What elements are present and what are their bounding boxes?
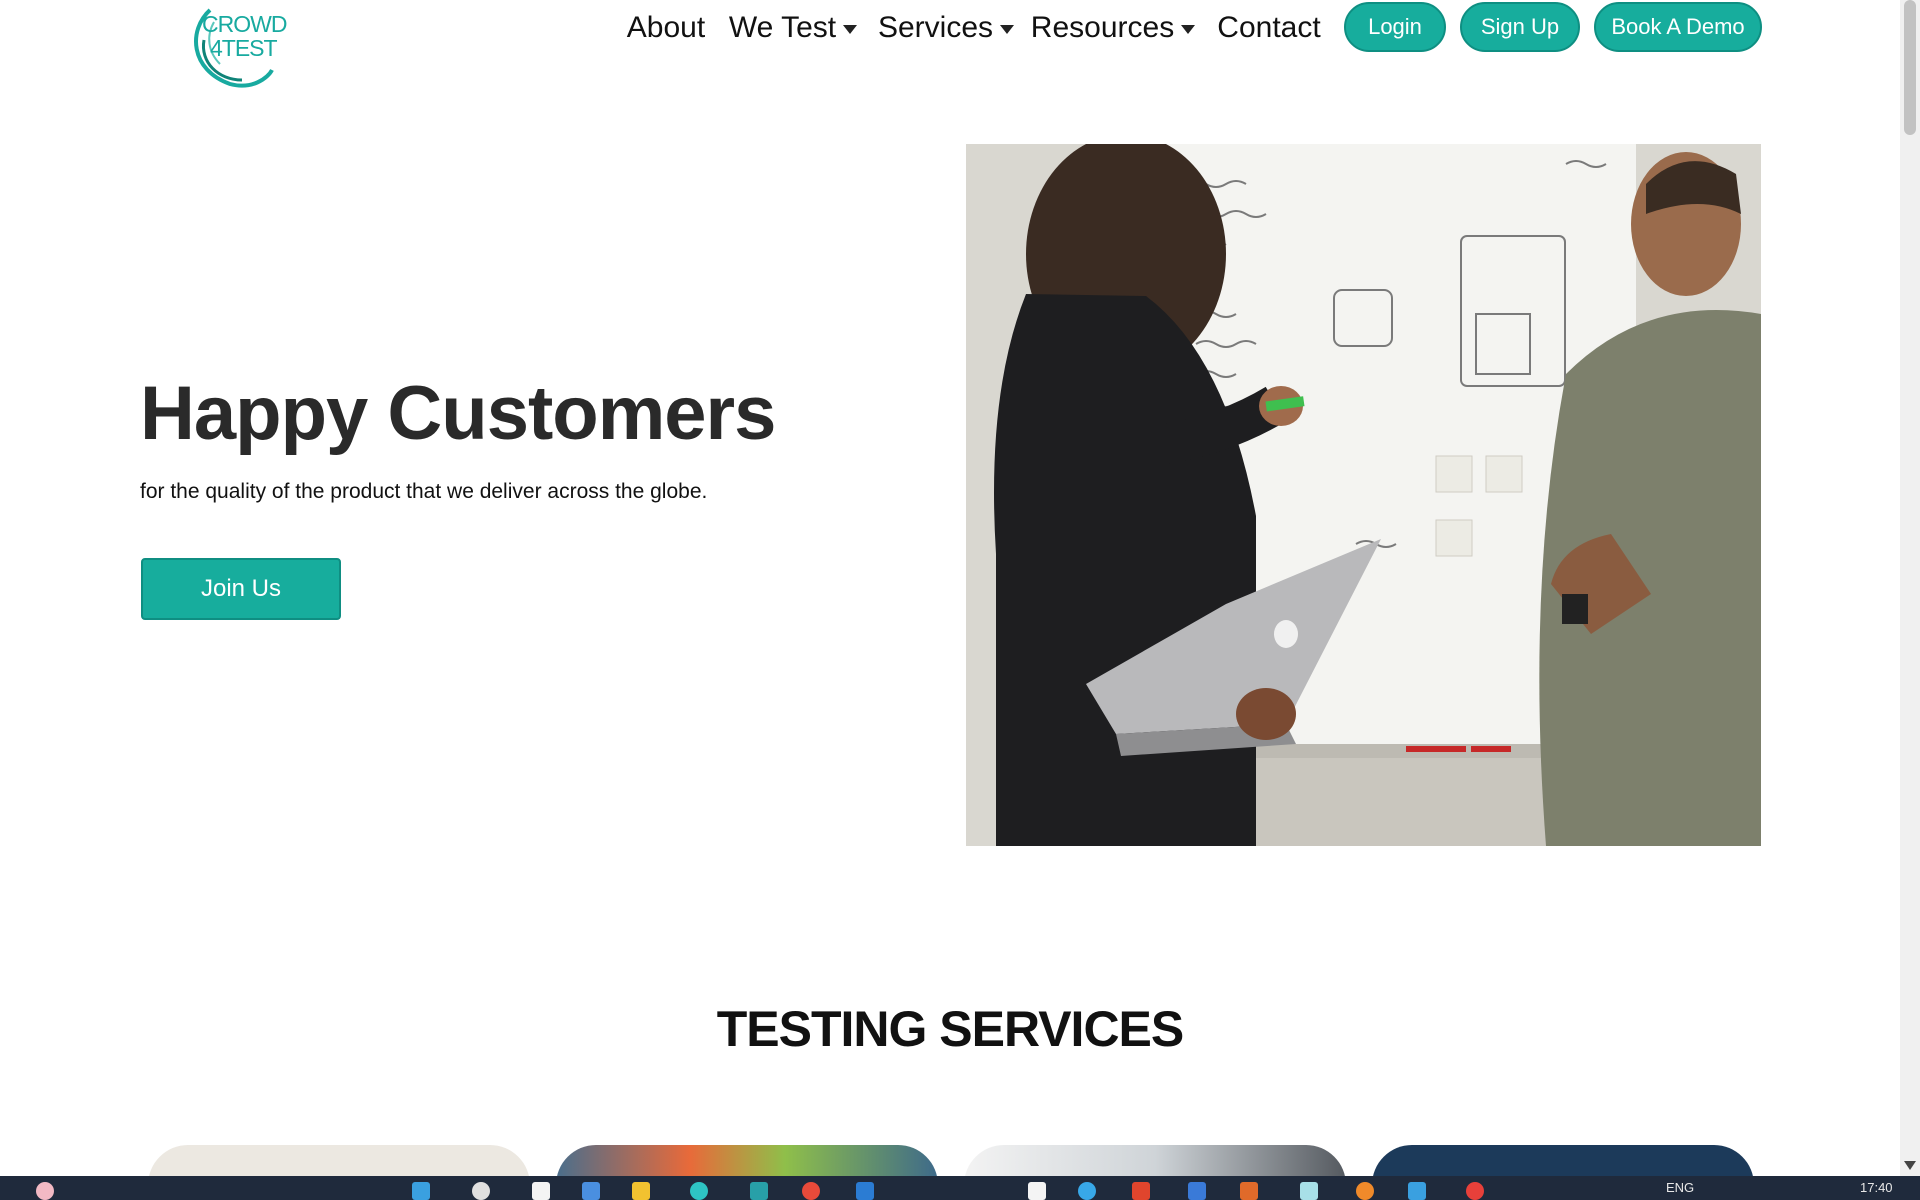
scrollbar-thumb[interactable] — [1904, 0, 1916, 135]
chevron-down-icon — [843, 24, 858, 34]
start-menu-icon[interactable] — [412, 1182, 430, 1200]
taskbar: ENG 17:40 — [0, 1176, 1920, 1200]
nav-we-test[interactable]: We Test — [727, 0, 859, 56]
people-whiteboard-image — [966, 144, 1761, 846]
nav-contact-label: Contact — [1217, 11, 1321, 44]
language-indicator[interactable]: ENG — [1666, 1180, 1694, 1195]
app-icon[interactable] — [750, 1182, 768, 1200]
chevron-down-icon — [1000, 24, 1015, 34]
nav-resources-label: Resources — [1030, 11, 1175, 44]
app-icon[interactable] — [1356, 1182, 1374, 1200]
logo-wordmark: CROWD 4TEST — [202, 11, 287, 61]
nav-services[interactable]: Services — [872, 0, 1020, 56]
logo-line-1: CROWD — [202, 11, 287, 37]
nav-about[interactable]: About — [616, 0, 716, 56]
file-explorer-icon[interactable] — [632, 1182, 650, 1200]
book-demo-button[interactable]: Book A Demo — [1594, 2, 1762, 52]
edge-browser-icon[interactable] — [582, 1182, 600, 1200]
chevron-down-icon — [1181, 24, 1196, 34]
nav-resources[interactable]: Resources — [1028, 0, 1198, 56]
crowd4test-logo[interactable]: CROWD 4TEST — [180, 0, 288, 96]
nav-about-label: About — [626, 11, 706, 44]
nav-services-label: Services — [877, 11, 994, 44]
chrome-icon[interactable] — [802, 1182, 820, 1200]
app-icon[interactable] — [1188, 1182, 1206, 1200]
logo-line-2: 4TEST — [210, 35, 278, 61]
scroll-down-icon[interactable] — [1902, 1158, 1918, 1174]
login-button[interactable]: Login — [1344, 2, 1446, 52]
notepad-icon[interactable] — [1028, 1182, 1046, 1200]
task-view-icon[interactable] — [532, 1182, 550, 1200]
nav-we-test-label: We Test — [728, 11, 837, 44]
hero-subtitle: for the quality of the product that we d… — [140, 480, 708, 503]
mail-icon[interactable] — [1132, 1182, 1150, 1200]
join-us-button[interactable]: Join Us — [141, 558, 341, 620]
app-icon[interactable] — [1240, 1182, 1258, 1200]
hero-photo — [966, 144, 1761, 846]
app-icon[interactable] — [690, 1182, 708, 1200]
word-icon[interactable] — [856, 1182, 874, 1200]
clock-time[interactable]: 17:40 — [1860, 1180, 1893, 1195]
section-title: TESTING SERVICES — [716, 1001, 1185, 1057]
app-icon[interactable] — [1408, 1182, 1426, 1200]
nav-contact[interactable]: Contact — [1206, 0, 1332, 56]
hero-title: Happy Customers — [140, 371, 776, 456]
vertical-scrollbar[interactable] — [1900, 0, 1920, 1176]
user-profile-icon[interactable] — [1466, 1182, 1484, 1200]
user-avatar-icon[interactable] — [36, 1182, 54, 1200]
search-icon[interactable] — [472, 1182, 490, 1200]
app-icon[interactable] — [1300, 1182, 1318, 1200]
app-icon[interactable] — [1078, 1182, 1096, 1200]
sign-up-button[interactable]: Sign Up — [1460, 2, 1580, 52]
